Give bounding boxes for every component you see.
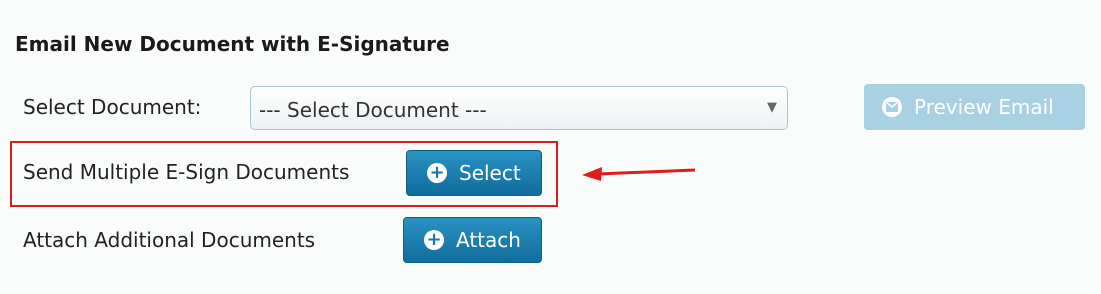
attach-button[interactable]: + Attach xyxy=(403,217,542,263)
section-title: Email New Document with E-Signature xyxy=(15,32,450,56)
select-button-label: Select xyxy=(459,161,521,185)
select-document-label: Select Document: xyxy=(23,95,202,119)
select-document-dropdown[interactable]: --- Select Document --- ▼ xyxy=(250,86,788,130)
select-button[interactable]: + Select xyxy=(406,150,542,196)
attach-button-label: Attach xyxy=(456,228,521,252)
preview-email-button[interactable]: Preview Email xyxy=(864,84,1085,130)
preview-email-label: Preview Email xyxy=(914,95,1054,119)
plus-circle-icon: + xyxy=(424,230,444,250)
attach-documents-label: Attach Additional Documents xyxy=(23,228,316,252)
multi-esign-label: Send Multiple E-Sign Documents xyxy=(23,160,350,184)
envelope-icon xyxy=(882,97,902,117)
select-document-value: --- Select Document --- xyxy=(259,98,487,122)
plus-circle-icon: + xyxy=(427,163,447,183)
chevron-down-icon: ▼ xyxy=(767,100,777,115)
red-arrow-icon xyxy=(582,167,696,181)
